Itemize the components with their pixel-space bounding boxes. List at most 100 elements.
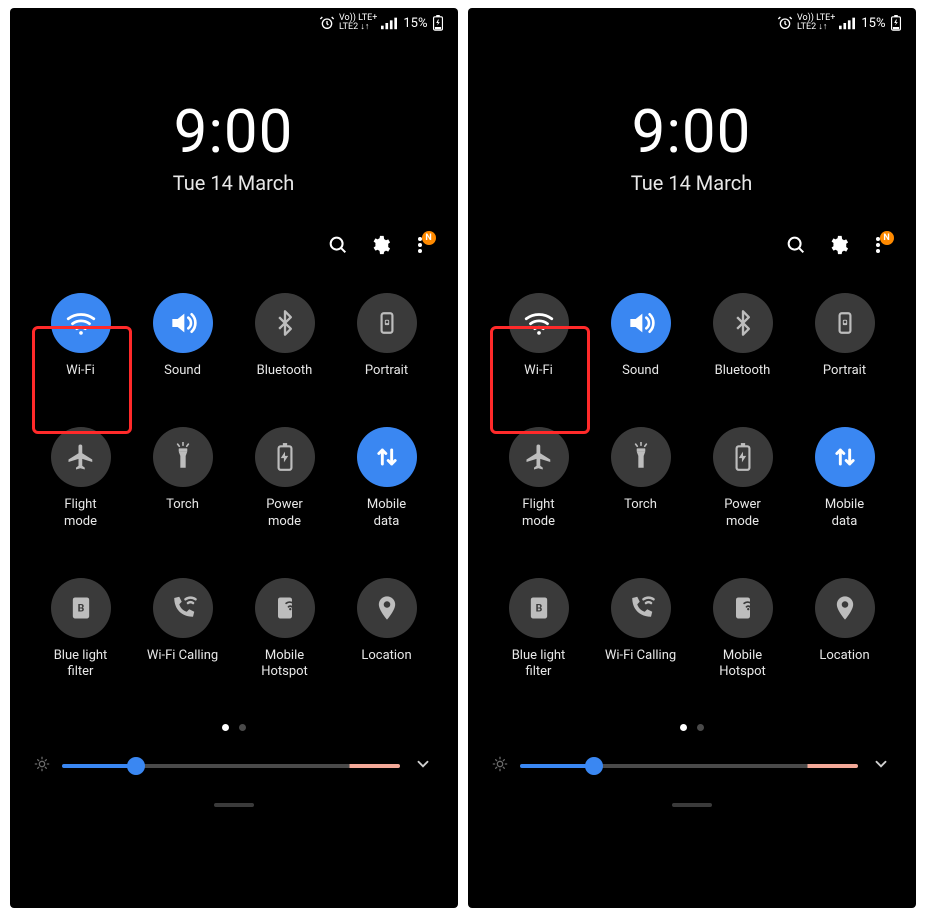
tile-sound[interactable]: Sound bbox=[590, 293, 692, 379]
tile-label: Location bbox=[361, 648, 411, 664]
tile-label: Wi-Fi bbox=[66, 363, 95, 379]
network-status: Vo)) LTE+LTE2 ↓↑ bbox=[339, 14, 377, 32]
tile-wifi[interactable]: Wi-Fi bbox=[488, 293, 590, 379]
brightness-track[interactable] bbox=[520, 764, 858, 768]
hotspot-icon bbox=[255, 578, 315, 638]
tile-label: Blue lightfilter bbox=[512, 648, 566, 681]
wificall-icon bbox=[611, 578, 671, 638]
brightness-icon bbox=[34, 756, 50, 776]
tile-label: Mobiledata bbox=[367, 497, 406, 530]
tile-power[interactable]: Powermode bbox=[692, 427, 794, 530]
brightness-slider[interactable] bbox=[10, 755, 458, 777]
location-icon bbox=[357, 578, 417, 638]
battery-percent: 15% bbox=[403, 16, 427, 31]
battery-icon bbox=[432, 15, 444, 31]
wifi-icon bbox=[51, 293, 111, 353]
tile-sound[interactable]: Sound bbox=[132, 293, 234, 379]
tile-label: Powermode bbox=[266, 497, 303, 530]
tile-bluelight[interactable]: B Blue lightfilter bbox=[488, 578, 590, 681]
power-icon bbox=[713, 427, 773, 487]
tile-label: Wi-Fi bbox=[524, 363, 553, 379]
panel-actions: N bbox=[10, 233, 458, 257]
quick-settings-grid: Wi-Fi SoundBluetoothPortrait Flightmode Tor… bbox=[468, 263, 916, 680]
panel-actions: N bbox=[468, 233, 916, 257]
tile-mobiledata[interactable]: Mobiledata bbox=[336, 427, 438, 530]
drag-handle[interactable] bbox=[672, 803, 712, 807]
settings-button[interactable] bbox=[368, 233, 392, 257]
clock-time: 9:00 bbox=[468, 96, 916, 167]
tile-label: Flightmode bbox=[522, 497, 555, 530]
tile-portrait[interactable]: Portrait bbox=[794, 293, 896, 379]
alarm-icon bbox=[777, 15, 793, 31]
search-button[interactable] bbox=[784, 233, 808, 257]
tile-power[interactable]: Powermode bbox=[234, 427, 336, 530]
brightness-track[interactable] bbox=[62, 764, 400, 768]
signal-icon bbox=[839, 16, 855, 30]
tile-location[interactable]: Location bbox=[336, 578, 438, 681]
mobiledata-icon bbox=[815, 427, 875, 487]
tile-label: Sound bbox=[164, 363, 201, 379]
battery-icon bbox=[890, 15, 902, 31]
tile-bluelight[interactable]: B Blue lightfilter bbox=[30, 578, 132, 681]
tile-location[interactable]: Location bbox=[794, 578, 896, 681]
tile-wificall[interactable]: Wi-Fi Calling bbox=[132, 578, 234, 681]
tile-wifi[interactable]: Wi-Fi bbox=[30, 293, 132, 379]
drag-handle[interactable] bbox=[214, 803, 254, 807]
tile-hotspot[interactable]: MobileHotspot bbox=[692, 578, 794, 681]
tile-label: Flightmode bbox=[64, 497, 97, 530]
chevron-down-icon[interactable] bbox=[412, 755, 434, 777]
status-bar: Vo)) LTE+LTE2 ↓↑ 15% bbox=[468, 8, 916, 36]
menu-button[interactable]: N bbox=[868, 235, 888, 255]
network-status: Vo)) LTE+LTE2 ↓↑ bbox=[797, 14, 835, 32]
tile-label: Torch bbox=[624, 497, 657, 513]
search-button[interactable] bbox=[326, 233, 350, 257]
mobiledata-icon bbox=[357, 427, 417, 487]
bluetooth-icon bbox=[255, 293, 315, 353]
clock-time: 9:00 bbox=[10, 96, 458, 167]
page-indicator bbox=[10, 724, 458, 731]
signal-icon bbox=[381, 16, 397, 30]
status-bar: Vo)) LTE+LTE2 ↓↑ 15% bbox=[10, 8, 458, 36]
brightness-slider[interactable] bbox=[468, 755, 916, 777]
bluetooth-icon bbox=[713, 293, 773, 353]
tile-torch[interactable]: Torch bbox=[590, 427, 692, 530]
tile-portrait[interactable]: Portrait bbox=[336, 293, 438, 379]
tile-bluetooth[interactable]: Bluetooth bbox=[234, 293, 336, 379]
torch-icon bbox=[611, 427, 671, 487]
menu-badge: N bbox=[422, 231, 436, 245]
svg-text:B: B bbox=[77, 601, 84, 614]
brightness-thumb[interactable] bbox=[127, 757, 145, 775]
location-icon bbox=[815, 578, 875, 638]
chevron-down-icon[interactable] bbox=[870, 755, 892, 777]
sound-icon bbox=[611, 293, 671, 353]
alarm-icon bbox=[319, 15, 335, 31]
svg-text:B: B bbox=[535, 601, 542, 614]
power-icon bbox=[255, 427, 315, 487]
page-indicator bbox=[468, 724, 916, 731]
wifi-icon bbox=[509, 293, 569, 353]
brightness-thumb[interactable] bbox=[585, 757, 603, 775]
quick-settings-grid: Wi-Fi Sound Bluetooth Portrait Flightmode Tor… bbox=[10, 263, 458, 680]
tile-label: Blue lightfilter bbox=[54, 648, 108, 681]
battery-percent: 15% bbox=[861, 16, 885, 31]
menu-button[interactable]: N bbox=[410, 235, 430, 255]
clock-date: Tue 14 March bbox=[468, 171, 916, 195]
tile-label: Mobiledata bbox=[825, 497, 864, 530]
settings-button[interactable] bbox=[826, 233, 850, 257]
torch-icon bbox=[153, 427, 213, 487]
flight-icon bbox=[51, 427, 111, 487]
tile-wificall[interactable]: Wi-Fi Calling bbox=[590, 578, 692, 681]
tile-torch[interactable]: Torch bbox=[132, 427, 234, 530]
clock-block: 9:00 Tue 14 March bbox=[468, 96, 916, 195]
tile-flight[interactable]: Flightmode bbox=[30, 427, 132, 530]
tile-label: Portrait bbox=[365, 363, 408, 379]
brightness-icon bbox=[492, 756, 508, 776]
tile-bluetooth[interactable]: Bluetooth bbox=[692, 293, 794, 379]
tile-label: Wi-Fi Calling bbox=[147, 648, 218, 664]
tile-mobiledata[interactable]: Mobiledata bbox=[794, 427, 896, 530]
bluelight-icon: B bbox=[509, 578, 569, 638]
tile-hotspot[interactable]: MobileHotspot bbox=[234, 578, 336, 681]
tile-label: MobileHotspot bbox=[261, 648, 308, 681]
portrait-icon bbox=[815, 293, 875, 353]
tile-flight[interactable]: Flightmode bbox=[488, 427, 590, 530]
